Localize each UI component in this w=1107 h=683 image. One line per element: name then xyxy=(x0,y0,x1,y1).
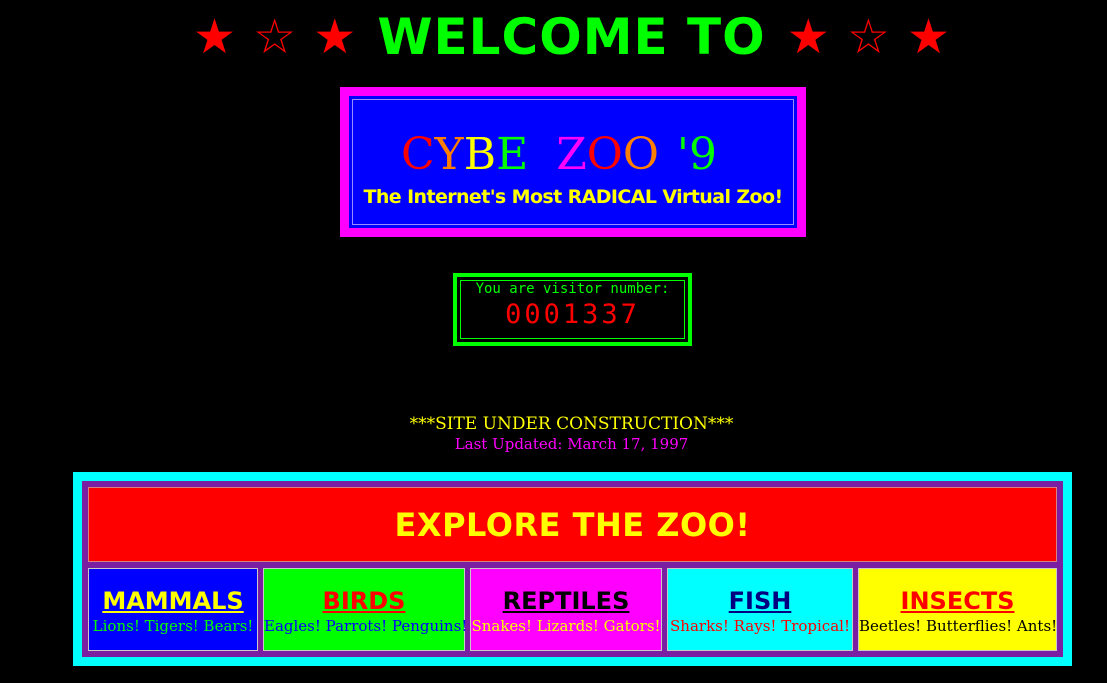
category-cell-fish: FISH Sharks! Rays! Tropical! xyxy=(667,568,853,651)
star-icon: ★ xyxy=(192,9,236,65)
logo-letter: E xyxy=(496,129,529,180)
logo-letter: O xyxy=(622,129,659,180)
birds-description: Eagles! Parrots! Penguins! xyxy=(264,617,468,635)
logo-letter: Z xyxy=(556,129,587,180)
logo-letter: O xyxy=(586,129,623,180)
mammals-description: Lions! Tigers! Bears! xyxy=(92,617,254,635)
insects-link[interactable]: INSECTS xyxy=(859,586,1056,616)
explore-zoo-table: EXPLORE THE ZOO! MAMMALS Lions! Tigers! … xyxy=(73,472,1072,666)
zoo-logo-banner: CYBE ZOO '9 The Internet's Most RADICAL … xyxy=(340,87,806,237)
logo-letter: Y xyxy=(434,129,464,180)
category-cell-reptiles: REPTILES Snakes! Lizards! Gators! xyxy=(470,568,662,651)
insects-description: Beetles! Butterflies! Ants! xyxy=(859,617,1058,635)
mammals-link[interactable]: MAMMALS xyxy=(89,586,257,616)
visitor-counter: You are visitor number: 0001337 xyxy=(453,273,692,346)
welcome-title: WELCOME TO xyxy=(377,8,766,66)
logo-letter: ' xyxy=(676,129,690,180)
logo-letter: 9 xyxy=(689,129,718,180)
category-cell-birds: BIRDS Eagles! Parrots! Penguins! xyxy=(263,568,468,651)
logo-letter xyxy=(659,129,673,180)
fish-link[interactable]: FISH xyxy=(668,586,852,616)
last-updated-text: Last Updated: March 17, 1997 xyxy=(454,435,689,453)
logo-letter: C xyxy=(401,129,435,180)
visitor-counter-value: 0001337 xyxy=(505,299,640,330)
logo-letter: B xyxy=(463,129,497,180)
explore-zoo-inner: EXPLORE THE ZOO! MAMMALS Lions! Tigers! … xyxy=(82,481,1063,657)
under-construction-notice: ***SITE UNDER CONSTRUCTION*** xyxy=(409,414,734,434)
reptiles-description: Snakes! Lizards! Gators! xyxy=(471,617,661,635)
logo-tagline: The Internet's Most RADICAL Virtual Zoo! xyxy=(363,186,783,208)
fish-description: Sharks! Rays! Tropical! xyxy=(670,617,850,635)
reptiles-link[interactable]: REPTILES xyxy=(471,586,661,616)
star-icon: ★ xyxy=(906,9,951,65)
category-cell-mammals: MAMMALS Lions! Tigers! Bears! xyxy=(88,568,258,651)
category-cell-insects: INSECTS Beetles! Butterflies! Ants! xyxy=(858,568,1057,651)
logo-letter xyxy=(528,129,542,180)
star-icon: ★ xyxy=(313,9,357,65)
logo-title: CYBE ZOO '9 xyxy=(401,130,717,180)
hollow-star-icon: ☆ xyxy=(253,9,297,65)
birds-link[interactable]: BIRDS xyxy=(264,586,464,616)
visitor-counter-label: You are visitor number: xyxy=(475,281,670,297)
hollow-star-icon: ☆ xyxy=(846,9,890,65)
explore-zoo-heading: EXPLORE THE ZOO! xyxy=(88,487,1057,562)
welcome-header: ★ ☆ ★ WELCOME TO ★ ☆ ★ xyxy=(0,6,1107,68)
logo-letter xyxy=(542,129,556,180)
star-icon: ★ xyxy=(786,9,830,65)
